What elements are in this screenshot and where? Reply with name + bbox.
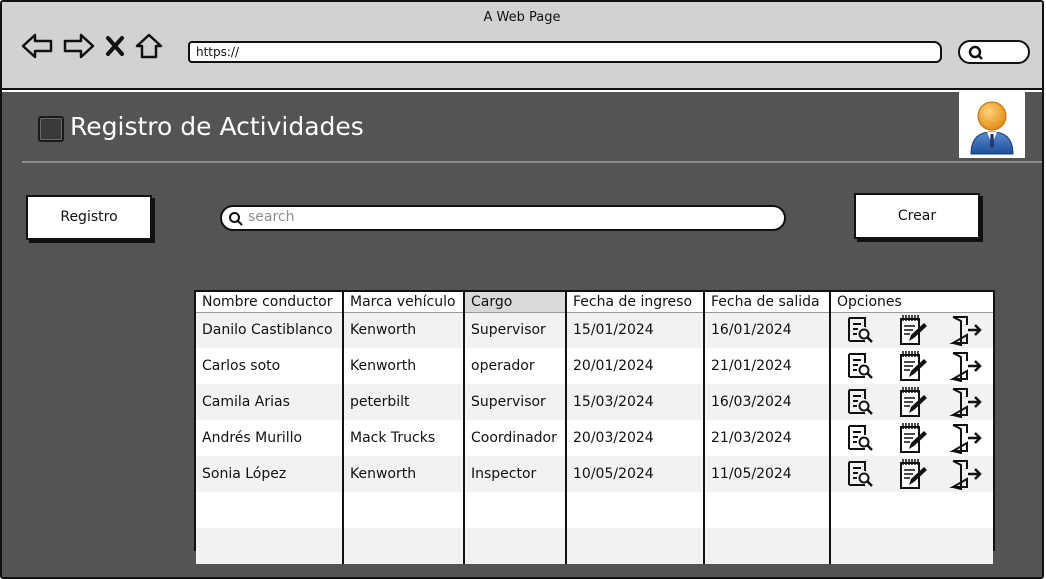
header-checkbox[interactable]: [38, 116, 64, 142]
view-details-icon[interactable]: [845, 387, 875, 417]
empty-cell: [464, 528, 567, 564]
home-icon[interactable]: [134, 32, 164, 60]
browser-window: A Web Page https:// Registro de Activida…: [0, 0, 1044, 579]
cell-fecha-salida: 16/03/2024: [704, 384, 831, 420]
exit-icon[interactable]: [949, 458, 985, 490]
search-icon: [968, 45, 984, 65]
empty-cell: [830, 528, 993, 564]
cell-cargo: operador: [464, 348, 567, 384]
cell-cargo: Supervisor: [464, 384, 567, 420]
table-row[interactable]: Andrés Murillo Mack Trucks Coordinador 20/0…: [196, 420, 993, 456]
cell-marca-vehiculo: Kenworth: [343, 312, 465, 348]
table-row[interactable]: Sonia López Kenworth Inspector 10/05/2024 11…: [196, 456, 993, 492]
empty-cell: [196, 492, 344, 528]
empty-cell: [704, 528, 831, 564]
back-arrow-icon[interactable]: [20, 32, 54, 60]
cell-fecha-ingreso: 15/01/2024: [566, 312, 705, 348]
empty-cell: [566, 528, 705, 564]
empty-cell: [704, 492, 831, 528]
cell-fecha-salida: 11/05/2024: [704, 456, 831, 492]
view-details-icon[interactable]: [845, 423, 875, 453]
cell-opciones: [830, 312, 993, 348]
empty-cell: [566, 492, 705, 528]
empty-cell: [464, 492, 567, 528]
search-placeholder: search: [248, 209, 295, 225]
edit-icon[interactable]: [895, 385, 929, 419]
app-area: Registro de Actividades Registro search …: [2, 92, 1042, 577]
url-bar[interactable]: https://: [188, 41, 942, 63]
table-row[interactable]: Danilo Castiblanco Kenworth Supervisor 15/0…: [196, 312, 993, 348]
edit-icon[interactable]: [895, 313, 929, 347]
cell-nombre-conductor: Sonia López: [196, 456, 344, 492]
table-row-empty: [196, 528, 993, 564]
exit-icon[interactable]: [949, 386, 985, 418]
cell-fecha-ingreso: 20/01/2024: [566, 348, 705, 384]
cell-fecha-salida: 21/01/2024: [704, 348, 831, 384]
empty-cell: [343, 492, 465, 528]
cell-nombre-conductor: Danilo Castiblanco: [196, 312, 344, 348]
browser-chrome: A Web Page https://: [2, 2, 1042, 90]
cell-opciones: [830, 456, 993, 492]
cell-fecha-salida: 21/03/2024: [704, 420, 831, 456]
cell-nombre-conductor: Camila Arias: [196, 384, 344, 420]
close-icon[interactable]: [104, 32, 126, 60]
table-row[interactable]: Camila Arias peterbilt Supervisor 15/03/202…: [196, 384, 993, 420]
header-fecha-salida: Fecha de salida: [704, 292, 831, 313]
header-divider: [22, 161, 1042, 163]
cell-marca-vehiculo: Kenworth: [343, 456, 465, 492]
cell-marca-vehiculo: Kenworth: [343, 348, 465, 384]
cell-fecha-ingreso: 15/03/2024: [566, 384, 705, 420]
exit-icon[interactable]: [949, 350, 985, 382]
header-cargo: Cargo: [464, 292, 567, 313]
cell-opciones: [830, 348, 993, 384]
table-row-empty: [196, 492, 993, 528]
forward-arrow-icon[interactable]: [62, 32, 96, 60]
view-details-icon[interactable]: [845, 351, 875, 381]
user-avatar-icon: [970, 101, 1014, 155]
view-details-icon[interactable]: [845, 459, 875, 489]
cell-nombre-conductor: Andrés Murillo: [196, 420, 344, 456]
nav-controls: [20, 32, 164, 60]
header-marca-vehiculo: Marca vehículo: [343, 292, 465, 313]
header-nombre-conductor: Nombre conductor: [196, 292, 344, 313]
cell-cargo: Inspector: [464, 456, 567, 492]
crear-button[interactable]: Crear: [854, 193, 980, 239]
avatar[interactable]: [959, 92, 1025, 158]
page-title: Registro de Actividades: [70, 112, 364, 141]
empty-cell: [343, 528, 465, 564]
browser-search-button[interactable]: [958, 40, 1030, 64]
empty-cell: [196, 528, 344, 564]
registro-button[interactable]: Registro: [26, 195, 152, 240]
cell-cargo: Supervisor: [464, 312, 567, 348]
cell-nombre-conductor: Carlos soto: [196, 348, 344, 384]
cell-cargo: Coordinador: [464, 420, 567, 456]
cell-marca-vehiculo: Mack Trucks: [343, 420, 465, 456]
edit-icon[interactable]: [895, 349, 929, 383]
header-opciones: Opciones: [830, 292, 993, 313]
search-input[interactable]: search: [220, 205, 786, 231]
cell-opciones: [830, 384, 993, 420]
cell-fecha-salida: 16/01/2024: [704, 312, 831, 348]
view-details-icon[interactable]: [845, 315, 875, 345]
table-row[interactable]: Carlos soto Kenworth operador 20/01/2024 21/…: [196, 348, 993, 384]
edit-icon[interactable]: [895, 457, 929, 491]
header-fecha-ingreso: Fecha de ingreso: [566, 292, 705, 313]
empty-cell: [830, 492, 993, 528]
search-icon: [228, 211, 244, 231]
cell-marca-vehiculo: peterbilt: [343, 384, 465, 420]
activities-table: Nombre conductor Marca vehículo Cargo Fe…: [194, 290, 995, 564]
window-title: A Web Page: [483, 10, 561, 25]
exit-icon[interactable]: [949, 314, 985, 347]
cell-opciones: [830, 420, 993, 456]
exit-icon[interactable]: [949, 422, 985, 454]
table-header-row: Nombre conductor Marca vehículo Cargo Fe…: [196, 292, 993, 313]
cell-fecha-ingreso: 20/03/2024: [566, 420, 705, 456]
edit-icon[interactable]: [895, 421, 929, 455]
cell-fecha-ingreso: 10/05/2024: [566, 456, 705, 492]
